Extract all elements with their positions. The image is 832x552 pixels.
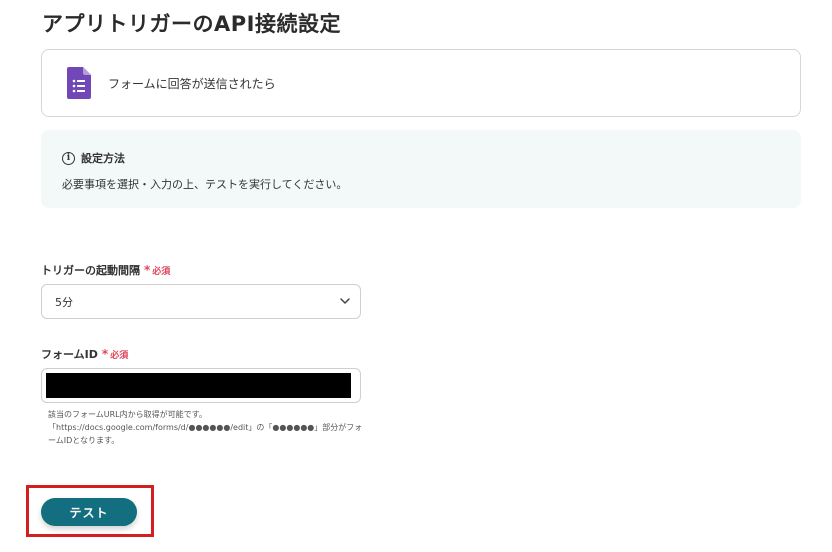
api-connection-settings-page: アプリトリガーのAPI接続設定 フォームに回答が送信されたら i 設定方法 必要… xyxy=(0,0,832,552)
help-line-1: 該当のフォームURL内から取得が可能です。 xyxy=(48,410,207,419)
form-id-field-label: フォームID * 必須 xyxy=(41,346,128,362)
form-id-input[interactable] xyxy=(41,368,361,403)
required-asterisk: * xyxy=(144,263,151,277)
info-text: 必要事項を選択・入力の上、テストを実行してください。 xyxy=(62,178,348,191)
help-line-2: 「https://docs.google.com/forms/d/●●●●●●/… xyxy=(48,423,363,432)
info-header: i 設定方法 xyxy=(62,150,125,166)
trigger-app-card: フォームに回答が送信されたら xyxy=(41,49,801,117)
info-title: 設定方法 xyxy=(81,152,125,165)
page-title: アプリトリガーのAPI接続設定 xyxy=(42,12,341,36)
required-badge: 必須 xyxy=(152,266,171,277)
form-id-help-text: 該当のフォームURL内から取得が可能です。 「https://docs.goog… xyxy=(48,408,368,447)
interval-selected-value: 5分 xyxy=(55,295,73,309)
interval-select[interactable]: 5分 xyxy=(41,284,361,319)
info-icon: i xyxy=(62,151,75,165)
interval-label-text: トリガーの起動間隔 xyxy=(41,264,140,277)
google-forms-icon xyxy=(67,67,91,99)
chevron-down-icon xyxy=(340,298,350,304)
required-asterisk: * xyxy=(101,347,109,361)
redacted-value xyxy=(46,373,351,398)
help-line-3: ームIDとなります。 xyxy=(48,436,120,445)
trigger-name: フォームに回答が送信されたら xyxy=(108,76,276,91)
test-button[interactable]: テスト xyxy=(41,498,137,526)
required-badge: 必須 xyxy=(110,350,129,361)
form-id-label-text: フォームID xyxy=(41,348,98,361)
interval-field-label: トリガーの起動間隔 * 必須 xyxy=(41,262,170,278)
setup-instructions-box: i 設定方法 必要事項を選択・入力の上、テストを実行してください。 xyxy=(41,130,801,208)
